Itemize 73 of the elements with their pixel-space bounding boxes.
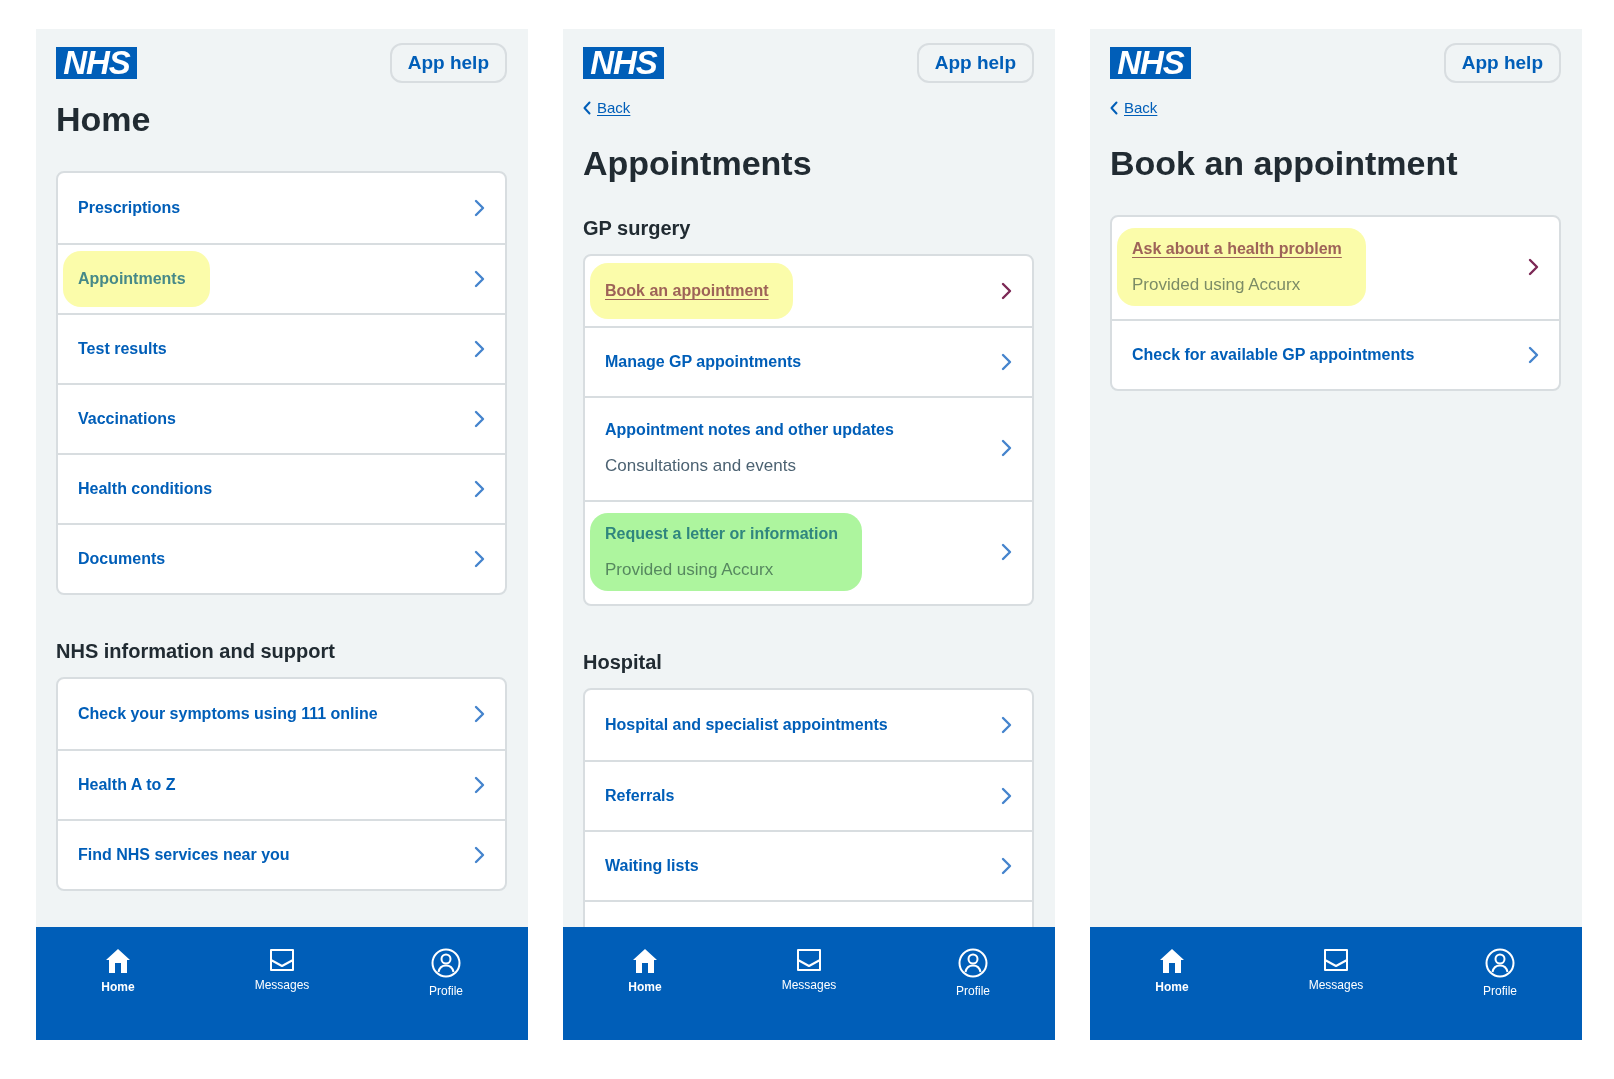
menu-link[interactable]: Prescriptions — [78, 196, 181, 220]
chevron-right-icon — [474, 410, 485, 428]
nav-tab[interactable]: Profile — [1483, 948, 1517, 998]
menu-link[interactable]: Appointments — [78, 267, 186, 291]
menu-link[interactable]: Check for available GP appointments — [1132, 343, 1415, 367]
menu-link[interactable]: Request a letter or information — [605, 522, 838, 546]
nav-tab[interactable]: Profile — [429, 948, 463, 998]
chevron-right-icon — [474, 270, 485, 288]
page-title: Appointments — [583, 143, 812, 184]
menu-link[interactable]: Documents — [78, 547, 166, 571]
link-description: Provided using Accurx — [605, 559, 774, 581]
nav-tab[interactable]: Messages — [781, 948, 837, 992]
menu-link[interactable]: Waiting lists — [605, 854, 699, 878]
chevron-right-icon — [474, 705, 485, 723]
chevron-right-icon — [1001, 543, 1012, 561]
chevron-right-icon — [1528, 346, 1539, 364]
chevron-right-icon — [474, 550, 485, 568]
menu-link[interactable]: Appointment notes and other updates — [605, 418, 894, 442]
user-icon — [1485, 948, 1515, 978]
page-title: Book an appointment — [1110, 143, 1458, 184]
menu-link[interactable]: Health conditions — [78, 477, 213, 501]
logo: NHS — [1110, 47, 1191, 79]
chevron-right-icon — [1001, 716, 1012, 734]
chevron-right-icon — [1001, 353, 1012, 371]
menu-link[interactable]: Referrals — [605, 784, 675, 808]
chevron-right-icon — [474, 340, 485, 358]
menu-link[interactable]: Hospital and specialist appointments — [605, 713, 888, 737]
envelope-icon — [1323, 948, 1349, 972]
logo: NHS — [56, 47, 137, 79]
help-button[interactable]: App help — [916, 43, 1034, 83]
menu-link[interactable]: Health A to Z — [78, 773, 176, 797]
user-icon — [431, 948, 461, 978]
nav-tab[interactable]: Messages — [1308, 948, 1364, 992]
chevron-right-icon — [474, 199, 485, 217]
home-icon — [105, 948, 131, 974]
page-title: Home — [56, 99, 151, 140]
nav-tab[interactable]: Profile — [956, 948, 990, 998]
section-heading: NHS information and support — [56, 639, 335, 664]
menu-link[interactable]: Manage GP appointments — [605, 350, 802, 374]
nav-tab[interactable]: Messages — [254, 948, 310, 992]
envelope-icon — [796, 948, 822, 972]
nav-tab[interactable]: Home — [628, 948, 662, 994]
chevron-right-icon — [474, 846, 485, 864]
envelope-icon — [269, 948, 295, 972]
menu-link[interactable]: Vaccinations — [78, 407, 176, 431]
chevron-right-icon — [1001, 857, 1012, 875]
menu-link[interactable]: Find NHS services near you — [78, 843, 290, 867]
chevron-left-icon — [583, 101, 591, 115]
chevron-right-icon — [1528, 258, 1539, 276]
nav-tab[interactable]: Home — [101, 948, 135, 994]
link-description: Provided using Accurx — [1132, 274, 1301, 296]
chevron-right-icon — [1001, 282, 1012, 300]
chevron-right-icon — [1001, 787, 1012, 805]
section-heading: Hospital — [583, 650, 662, 675]
nav-tab[interactable]: Home — [1155, 948, 1189, 994]
back-link[interactable]: Back — [1110, 98, 1158, 118]
menu-link[interactable]: Test results — [78, 337, 167, 361]
link-description: Consultations and events — [605, 455, 796, 477]
help-button[interactable]: App help — [1443, 43, 1561, 83]
back-link[interactable]: Back — [583, 98, 631, 118]
chevron-left-icon — [1110, 101, 1118, 115]
chevron-right-icon — [474, 776, 485, 794]
user-icon — [958, 948, 988, 978]
menu-link[interactable]: Check your symptoms using 111 online — [78, 702, 378, 726]
section-heading: GP surgery — [583, 216, 691, 241]
home-icon — [1159, 948, 1185, 974]
home-icon — [632, 948, 658, 974]
logo: NHS — [583, 47, 664, 79]
chevron-right-icon — [474, 480, 485, 498]
help-button[interactable]: App help — [389, 43, 507, 83]
menu-link[interactable]: Book an appointment — [605, 279, 769, 303]
chevron-right-icon — [1001, 439, 1012, 457]
menu-link[interactable]: Ask about a health problem — [1132, 237, 1342, 261]
